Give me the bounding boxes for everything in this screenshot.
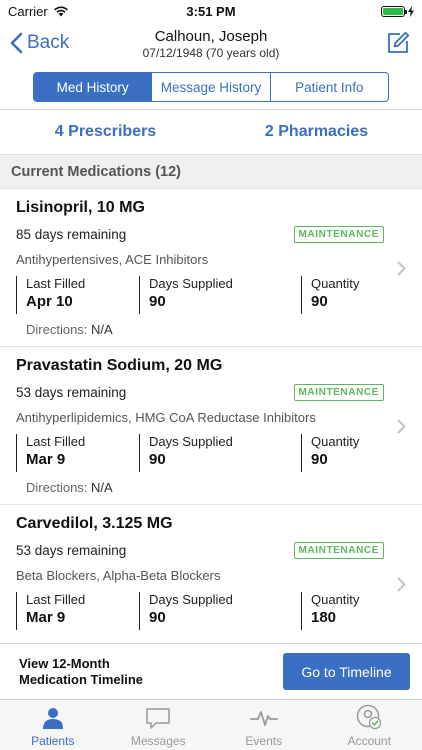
medication-stats: Last Filled Apr 10 Days Supplied 90 Quan… (16, 276, 406, 314)
carrier-label: Carrier (8, 3, 48, 19)
tab-events-label: Events (245, 734, 283, 748)
medication-name: Lisinopril, 10 MG (16, 199, 145, 216)
medication-stats: Last Filled Mar 9 Days Supplied 90 Quant… (16, 434, 406, 472)
wifi-icon (53, 6, 68, 17)
summary-row: 4 Prescribers 2 Pharmacies (0, 110, 422, 154)
charging-icon (408, 5, 414, 17)
quantity-value: 180 (311, 609, 337, 626)
last-filled-label: Last Filled (26, 592, 86, 607)
maintenance-badge: MAINTENANCE (293, 384, 384, 401)
medication-class: Antihyperlipidemics, HMG CoA Reductase I… (16, 410, 316, 425)
segmented-control: Med History Message History Patient Info (33, 72, 389, 102)
tab-messages-label: Messages (130, 734, 186, 748)
tab-patients-label: Patients (31, 734, 75, 748)
tab-message-history[interactable]: Message History (151, 73, 269, 101)
patient-name: Calhoun, Joseph (154, 28, 268, 45)
medication-row[interactable]: Carvedilol, 3.125 MG 53 days remaining M… (0, 505, 422, 641)
timeline-bar: View 12-Month Medication Timeline Go to … (0, 643, 422, 699)
days-remaining: 53 days remaining (16, 543, 127, 558)
medication-row[interactable]: Pravastatin Sodium, 20 MG 53 days remain… (0, 347, 422, 505)
medication-list: Lisinopril, 10 MG 85 days remaining MAIN… (0, 189, 422, 641)
go-to-timeline-button[interactable]: Go to Timeline (283, 653, 410, 690)
chevron-right-icon (397, 419, 406, 434)
days-supplied-value: 90 (149, 451, 166, 468)
prescribers-link[interactable]: 4 Prescribers (0, 123, 211, 141)
section-header: Current Medications (12) (0, 154, 422, 189)
quantity-value: 90 (311, 293, 328, 310)
tab-patients[interactable]: Patients (0, 700, 106, 750)
medication-stats: Last Filled Mar 9 Days Supplied 90 Quant… (16, 592, 406, 630)
events-icon (249, 711, 278, 726)
days-supplied-value: 90 (149, 293, 166, 310)
last-filled-value: Mar 9 (26, 451, 66, 468)
compose-button[interactable] (386, 31, 410, 60)
medication-name: Pravastatin Sodium, 20 MG (16, 357, 223, 374)
timeline-text: View 12-Month Medication Timeline (19, 656, 179, 688)
maintenance-badge: MAINTENANCE (293, 542, 384, 559)
tab-patient-info[interactable]: Patient Info (269, 73, 388, 101)
directions-value: N/A (91, 480, 113, 495)
battery-icon (381, 5, 407, 17)
medication-class: Beta Blockers, Alpha-Beta Blockers (16, 568, 221, 583)
quantity-label: Quantity (311, 434, 360, 449)
compose-icon (388, 31, 410, 53)
last-filled-value: Apr 10 (26, 293, 73, 310)
days-supplied-value: 90 (149, 609, 166, 626)
chevron-right-icon (397, 261, 406, 276)
quantity-label: Quantity (311, 276, 360, 291)
nav-bar: Back Calhoun, Joseph 07/12/1948 (70 year… (0, 22, 422, 68)
messages-icon (146, 708, 170, 729)
patient-dob: 07/12/1948 (70 years old) (142, 46, 280, 60)
medication-row[interactable]: Lisinopril, 10 MG 85 days remaining MAIN… (0, 189, 422, 347)
tab-bar: Patients Messages Events Account (0, 699, 422, 750)
quantity-label: Quantity (311, 592, 360, 607)
maintenance-badge: MAINTENANCE (293, 226, 384, 243)
last-filled-value: Mar 9 (26, 609, 66, 626)
chevron-right-icon (397, 577, 406, 592)
timeline-text-line2: Medication Timeline (19, 671, 144, 687)
status-bar: Carrier 3:51 PM (0, 0, 422, 22)
days-supplied-label: Days Supplied (149, 434, 233, 449)
directions-value: N/A (91, 322, 113, 337)
nav-title: Calhoun, Joseph 07/12/1948 (70 years old… (0, 28, 422, 60)
last-filled-label: Last Filled (26, 276, 86, 291)
directions: Directions: N/A (16, 322, 406, 337)
medication-name: Carvedilol, 3.125 MG (16, 515, 173, 532)
tab-account-label: Account (347, 734, 391, 748)
tab-med-history[interactable]: Med History (34, 73, 152, 101)
last-filled-label: Last Filled (26, 434, 86, 449)
days-supplied-label: Days Supplied (149, 276, 233, 291)
days-remaining: 53 days remaining (16, 385, 127, 400)
directions: Directions: N/A (16, 480, 406, 495)
directions-label: Directions: (26, 480, 88, 495)
account-icon (357, 704, 382, 730)
days-supplied-label: Days Supplied (149, 592, 233, 607)
tab-events[interactable]: Events (211, 700, 317, 750)
directions-label: Directions: (26, 322, 88, 337)
pharmacies-link[interactable]: 2 Pharmacies (211, 123, 422, 141)
tab-messages[interactable]: Messages (106, 700, 212, 750)
quantity-value: 90 (311, 451, 328, 468)
days-remaining: 85 days remaining (16, 227, 127, 242)
medication-class: Antihypertensives, ACE Inhibitors (16, 252, 209, 267)
patients-icon (42, 708, 63, 729)
tab-account[interactable]: Account (317, 700, 422, 750)
timeline-text-line1: View 12-Month (19, 655, 110, 671)
